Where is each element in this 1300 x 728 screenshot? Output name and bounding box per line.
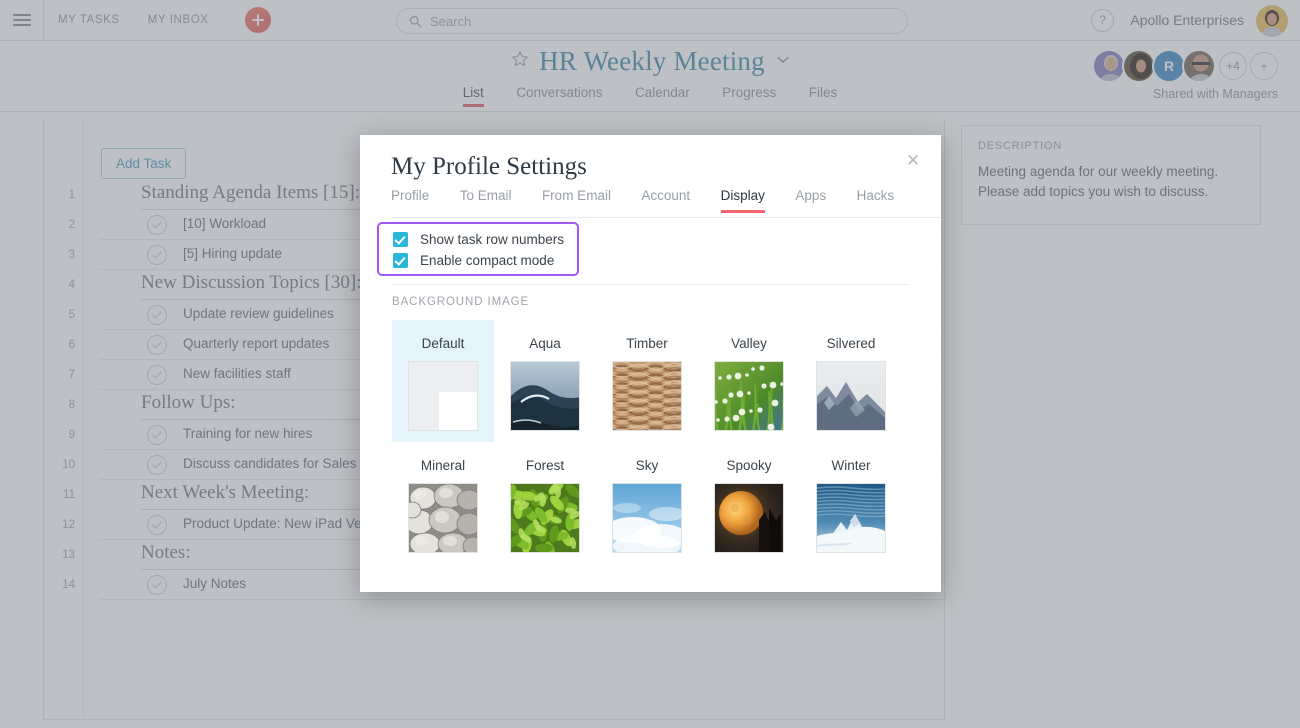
background-option-label: Default [421,336,465,351]
tab-account[interactable]: Account [628,188,703,212]
checkbox-checked-icon[interactable] [393,232,408,247]
background-option-thumbnail [816,361,886,431]
background-option-valley[interactable]: Valley [698,320,800,442]
tab-display[interactable]: Display [708,188,778,213]
background-option-thumbnail [816,483,886,553]
tab-apps[interactable]: Apps [782,188,839,212]
background-option-sky[interactable]: Sky [596,442,698,564]
tab-from-email[interactable]: From Email [529,188,624,212]
app-root: MY TASKS MY INBOX ? Apollo Enterprises [0,0,1300,728]
background-option-label: Forest [525,458,565,473]
option-label: Show task row numbers [420,232,565,247]
background-option-silvered[interactable]: Silvered [800,320,902,442]
background-option-forest[interactable]: Forest [494,442,596,564]
tab-to-email[interactable]: To Email [447,188,525,212]
option-label: Enable compact mode [420,253,555,268]
background-option-spooky[interactable]: Spooky [698,442,800,564]
checkbox-checked-icon[interactable] [393,253,408,268]
background-option-thumbnail [612,361,682,431]
background-option-thumbnail [714,483,784,553]
background-option-winter[interactable]: Winter [800,442,902,564]
background-option-thumbnail [510,361,580,431]
background-option-mineral[interactable]: Mineral [392,442,494,564]
dialog-tabs: Profile To Email From Email Account Disp… [391,187,941,218]
background-option-label: Valley [731,336,767,351]
background-option-thumbnail [612,483,682,553]
background-option-thumbnail [714,361,784,431]
close-icon[interactable]: ✕ [902,150,924,172]
background-option-label: Timber [626,336,668,351]
background-option-label: Sky [635,458,659,473]
background-option-timber[interactable]: Timber [596,320,698,442]
background-option-label: Spooky [726,458,772,473]
background-option-aqua[interactable]: Aqua [494,320,596,442]
display-options-group: Show task row numbers Enable compact mod… [377,222,579,276]
background-option-thumbnail [408,361,478,431]
background-option-label: Aqua [529,336,561,351]
section-divider [392,284,910,285]
background-option-label: Mineral [420,458,466,473]
option-enable-compact-mode[interactable]: Enable compact mode [393,253,554,268]
background-image-section-title: BACKGROUND IMAGE [392,296,530,308]
background-option-default[interactable]: Default [392,320,494,442]
dialog-title: My Profile Settings [391,153,587,180]
background-option-thumbnail [510,483,580,553]
background-option-label: Winter [831,458,871,473]
tab-profile[interactable]: Profile [391,188,442,212]
background-option-label: Silvered [826,336,876,351]
background-option-thumbnail [408,483,478,553]
option-show-task-row-numbers[interactable]: Show task row numbers [393,232,564,247]
tab-hacks[interactable]: Hacks [844,188,908,212]
